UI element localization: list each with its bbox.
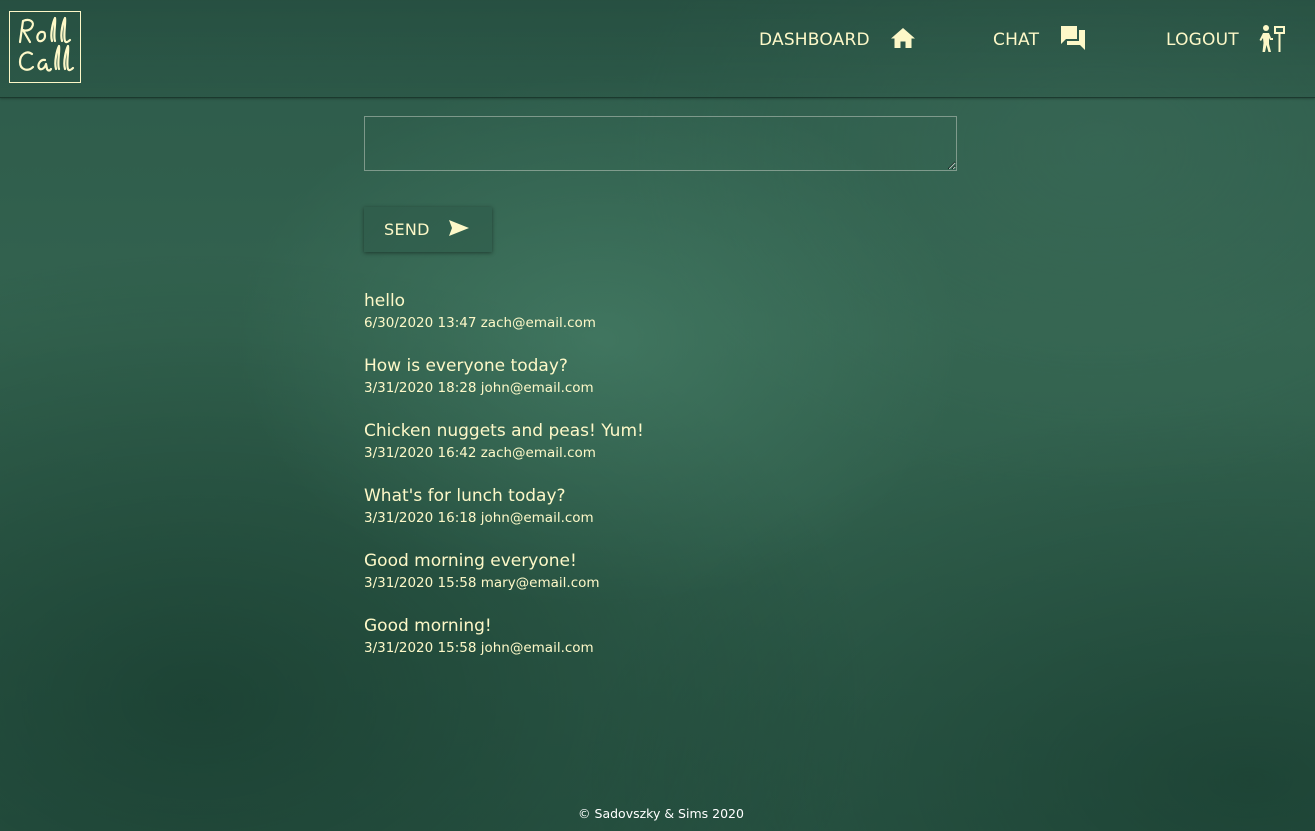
message-item: hello 6/30/2020 13:47 zach@email.com bbox=[364, 289, 964, 354]
message-item: How is everyone today? 3/31/2020 18:28 j… bbox=[364, 354, 964, 419]
message-item: Good morning! 3/31/2020 15:58 john@email… bbox=[364, 614, 964, 679]
nav-chat-link[interactable]: CHAT bbox=[993, 22, 1087, 58]
message-author: john@email.com bbox=[480, 510, 594, 526]
message-input[interactable] bbox=[364, 116, 957, 171]
message-author: mary@email.com bbox=[480, 575, 600, 591]
message-meta: 3/31/2020 15:58 john@email.com bbox=[364, 638, 964, 658]
message-author: john@email.com bbox=[480, 640, 594, 656]
message-item: Good morning everyone! 3/31/2020 15:58 m… bbox=[364, 549, 964, 614]
message-timestamp: 3/31/2020 16:18 bbox=[364, 510, 477, 526]
message-item: What's for lunch today? 3/31/2020 16:18 … bbox=[364, 484, 964, 549]
message-timestamp: 3/31/2020 18:28 bbox=[364, 380, 477, 396]
message-text: Chicken nuggets and peas! Yum! bbox=[364, 421, 644, 441]
nav-logout-label: LOGOUT bbox=[1166, 30, 1239, 50]
message-meta: 3/31/2020 15:58 mary@email.com bbox=[364, 573, 964, 593]
top-nav-bar: Roll Call DASHBOARD CHAT bbox=[0, 0, 1315, 98]
message-author: zach@email.com bbox=[480, 445, 596, 461]
message-meta: 3/31/2020 16:18 john@email.com bbox=[364, 508, 964, 528]
nav-chat-label: CHAT bbox=[993, 30, 1040, 50]
chat-bubbles-icon bbox=[1059, 24, 1087, 56]
message-timestamp: 3/31/2020 15:58 bbox=[364, 640, 477, 656]
send-button[interactable]: SEND bbox=[364, 207, 492, 252]
message-text: Good morning everyone! bbox=[364, 551, 577, 571]
nav-dashboard-label: DASHBOARD bbox=[759, 30, 870, 50]
person-exit-sign-icon bbox=[1259, 23, 1287, 57]
message-timestamp: 3/31/2020 16:42 bbox=[364, 445, 477, 461]
message-item: Chicken nuggets and peas! Yum! 3/31/2020… bbox=[364, 419, 964, 484]
footer-copyright: © Sadovszky & Sims 2020 bbox=[578, 806, 744, 821]
message-meta: 3/31/2020 18:28 john@email.com bbox=[364, 378, 964, 398]
send-button-label: SEND bbox=[384, 220, 430, 239]
message-author: john@email.com bbox=[480, 380, 594, 396]
message-text: hello bbox=[364, 291, 406, 311]
message-meta: 6/30/2020 13:47 zach@email.com bbox=[364, 313, 964, 333]
message-text: What's for lunch today? bbox=[364, 486, 566, 506]
message-timestamp: 3/31/2020 15:58 bbox=[364, 575, 477, 591]
message-list: hello 6/30/2020 13:47 zach@email.com How… bbox=[364, 289, 964, 679]
message-text: How is everyone today? bbox=[364, 356, 568, 376]
home-icon bbox=[890, 26, 916, 54]
roll-call-logo[interactable]: Roll Call bbox=[9, 11, 81, 83]
message-text: Good morning! bbox=[364, 616, 492, 636]
message-author: zach@email.com bbox=[480, 315, 596, 331]
send-arrow-icon bbox=[448, 219, 470, 240]
nav-logout-link[interactable]: LOGOUT bbox=[1166, 22, 1287, 58]
nav-dashboard-link[interactable]: DASHBOARD bbox=[759, 22, 916, 58]
message-meta: 3/31/2020 16:42 zach@email.com bbox=[364, 443, 964, 463]
message-timestamp: 6/30/2020 13:47 bbox=[364, 315, 477, 331]
